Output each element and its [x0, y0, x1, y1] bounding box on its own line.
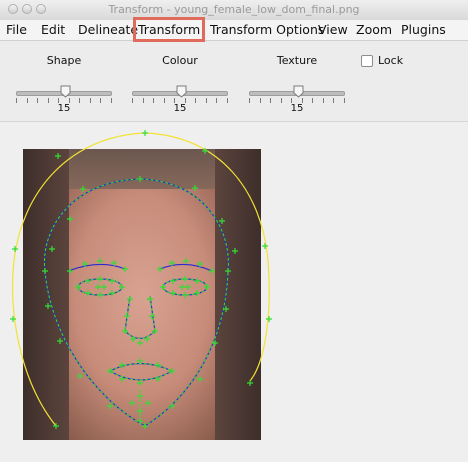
face-outline [43, 178, 229, 427]
template-point-marker[interactable] [57, 338, 63, 344]
template-point-marker[interactable] [137, 393, 143, 399]
template-point-marker[interactable] [266, 316, 272, 322]
template-point-marker[interactable] [137, 418, 143, 424]
template-point-marker[interactable] [107, 368, 113, 374]
menu-edit[interactable]: Edit [41, 22, 65, 37]
template-point-marker[interactable] [109, 278, 115, 284]
template-point-marker[interactable] [129, 400, 135, 406]
template-point-marker[interactable] [204, 284, 210, 290]
menu-plugins[interactable]: Plugins [401, 22, 446, 37]
template-point-marker[interactable] [124, 313, 130, 319]
template-point-marker[interactable] [247, 380, 253, 386]
template-point-marker[interactable] [232, 248, 238, 254]
template-point-marker[interactable] [225, 268, 231, 274]
template-point-marker[interactable] [85, 290, 91, 296]
template-point-marker[interactable] [194, 290, 200, 296]
mouth-outline [108, 362, 174, 381]
template-point-marker[interactable] [170, 290, 176, 296]
lock-checkbox[interactable] [361, 54, 373, 67]
template-point-marker[interactable] [101, 284, 107, 290]
colour-value: 15 [173, 103, 187, 114]
menu-bar: File Edit Delineate Transform Transform … [0, 17, 468, 42]
template-point-marker[interactable] [194, 278, 200, 284]
template-point-marker[interactable] [144, 336, 150, 342]
left-eyebrow [67, 263, 126, 272]
template-points[interactable] [10, 130, 272, 429]
colour-slider[interactable]: 15 [130, 85, 230, 115]
template-point-marker[interactable] [12, 246, 18, 252]
head-outline [11, 132, 270, 427]
template-point-marker[interactable] [170, 278, 176, 284]
template-point-marker[interactable] [75, 284, 81, 290]
lock-label: Lock [378, 54, 404, 67]
template-point-marker[interactable] [67, 216, 73, 222]
template-point-marker[interactable] [142, 130, 148, 136]
template-point-marker[interactable] [262, 243, 268, 249]
menu-delineate[interactable]: Delineate [78, 22, 138, 37]
template-point-marker[interactable] [137, 340, 143, 346]
menu-transform[interactable]: Transform [132, 17, 206, 42]
template-point-marker[interactable] [137, 176, 143, 182]
template-point-marker[interactable] [137, 408, 143, 414]
shape-label: Shape [46, 54, 82, 67]
template-point-marker[interactable] [182, 276, 188, 282]
delineation-overlay[interactable] [0, 121, 468, 461]
menu-zoom[interactable]: Zoom [356, 22, 392, 37]
template-point-marker[interactable] [49, 246, 55, 252]
template-point-marker[interactable] [107, 403, 113, 409]
template-point-marker[interactable] [169, 368, 175, 374]
template-point-marker[interactable] [42, 268, 48, 274]
colour-label: Colour [162, 54, 198, 67]
template-point-marker[interactable] [183, 258, 189, 264]
slider-thumb-icon[interactable] [293, 85, 304, 98]
menu-view[interactable]: View [318, 22, 348, 37]
template-point-marker[interactable] [179, 284, 185, 290]
template-point-marker[interactable] [97, 292, 103, 298]
template-point-marker[interactable] [97, 258, 103, 264]
template-point-marker[interactable] [157, 266, 163, 272]
shape-value: 15 [57, 103, 71, 114]
template-point-marker[interactable] [119, 284, 125, 290]
template-point-marker[interactable] [80, 186, 86, 192]
template-point-marker[interactable] [169, 403, 175, 409]
template-point-marker[interactable] [192, 185, 198, 191]
template-point-marker[interactable] [155, 362, 161, 368]
template-point-marker[interactable] [219, 218, 225, 224]
template-point-marker[interactable] [145, 400, 151, 406]
template-connectors [43, 178, 229, 427]
menu-file[interactable]: File [6, 22, 27, 37]
template-point-marker[interactable] [142, 423, 148, 429]
template-point-marker[interactable] [45, 303, 51, 309]
template-point-marker[interactable] [160, 284, 166, 290]
template-point-marker[interactable] [95, 284, 101, 290]
template-point-marker[interactable] [55, 153, 61, 159]
window-title: Transform - young_female_low_dom_final.p… [108, 3, 360, 16]
slider-thumb-icon[interactable] [176, 85, 187, 98]
shape-slider[interactable]: 15 [14, 85, 114, 115]
texture-slider[interactable]: 15 [247, 85, 347, 115]
template-point-marker[interactable] [130, 336, 136, 342]
lock-toggle[interactable]: Lock [361, 54, 403, 67]
slider-thumb-icon[interactable] [60, 85, 71, 98]
template-point-marker[interactable] [127, 296, 133, 302]
texture-label: Texture [276, 54, 318, 67]
template-point-marker[interactable] [137, 380, 143, 386]
template-point-marker[interactable] [122, 266, 128, 272]
template-point-marker[interactable] [147, 296, 153, 302]
template-point-marker[interactable] [182, 292, 188, 298]
template-point-marker[interactable] [97, 276, 103, 282]
right-eyebrow [159, 263, 213, 272]
title-bar: Transform - young_female_low_dom_final.p… [0, 0, 468, 20]
template-point-marker[interactable] [109, 290, 115, 296]
menu-transform-options[interactable]: Transform Options [210, 22, 324, 37]
template-point-marker[interactable] [67, 268, 73, 274]
texture-value: 15 [290, 103, 304, 114]
template-point-marker[interactable] [77, 373, 83, 379]
template-point-marker[interactable] [149, 313, 155, 319]
template-point-marker[interactable] [185, 284, 191, 290]
template-point-marker[interactable] [85, 278, 91, 284]
template-point-marker[interactable] [197, 376, 203, 382]
template-point-marker[interactable] [209, 268, 215, 274]
